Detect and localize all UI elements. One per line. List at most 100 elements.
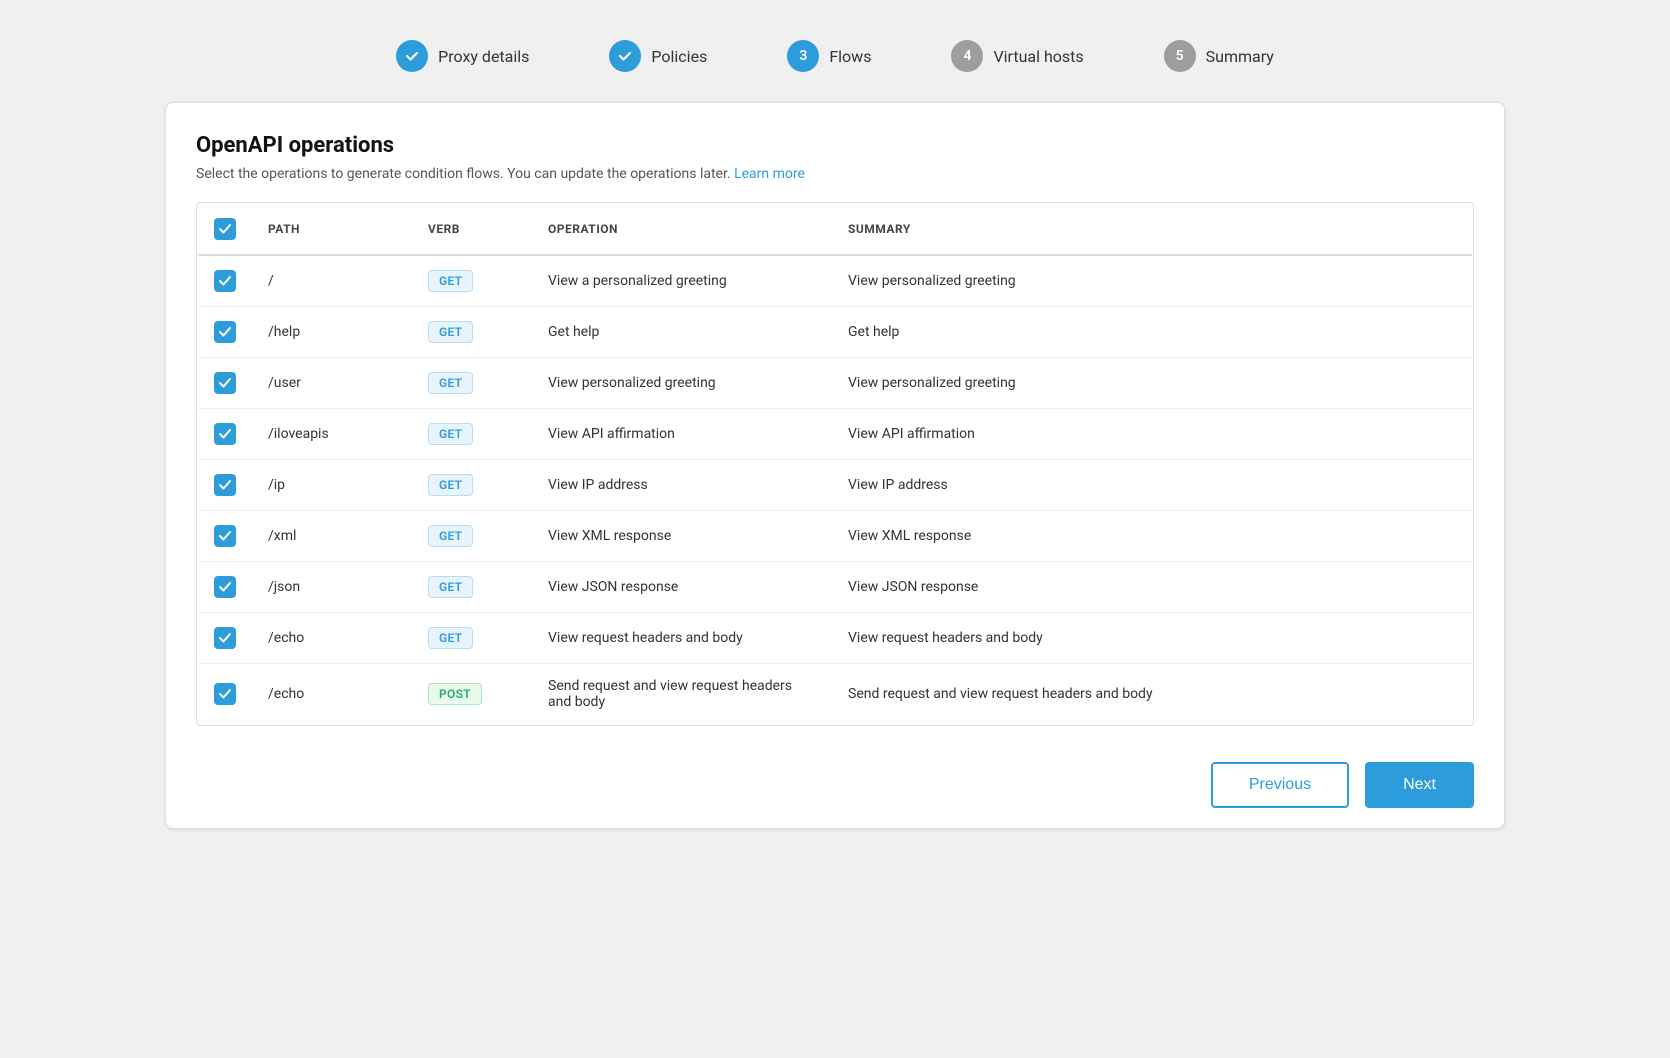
row-summary-3: View API affirmation [832, 409, 1473, 460]
step-label-virtual-hosts: Virtual hosts [993, 47, 1083, 66]
step-circle-flows: 3 [787, 40, 819, 72]
row-verb-1: GET [412, 307, 532, 358]
step-label-proxy-details: Proxy details [438, 47, 529, 66]
verb-badge-6: GET [428, 576, 473, 598]
previous-button[interactable]: Previous [1211, 762, 1349, 808]
row-checkbox-5[interactable] [214, 525, 236, 547]
stepper: Proxy details Policies 3 Flows 4 Virtual… [30, 20, 1640, 102]
next-button[interactable]: Next [1365, 762, 1474, 808]
table-row: /xml GET View XML response View XML resp… [198, 511, 1473, 562]
row-verb-4: GET [412, 460, 532, 511]
card-title: OpenAPI operations [196, 133, 1474, 158]
row-summary-1: Get help [832, 307, 1473, 358]
step-policies[interactable]: Policies [609, 40, 707, 72]
verb-badge-3: GET [428, 423, 473, 445]
row-summary-0: View personalized greeting [832, 255, 1473, 307]
row-operation-0: View a personalized greeting [532, 255, 832, 307]
verb-badge-4: GET [428, 474, 473, 496]
table-row: /ip GET View IP address View IP address [198, 460, 1473, 511]
row-verb-6: GET [412, 562, 532, 613]
th-operation: OPERATION [532, 204, 832, 256]
row-checkbox-1[interactable] [214, 321, 236, 343]
th-select-all[interactable] [198, 204, 253, 256]
step-label-summary: Summary [1206, 47, 1274, 66]
row-checkbox-cell-3[interactable] [198, 409, 253, 460]
th-path: PATH [252, 204, 412, 256]
card-footer: Previous Next [196, 746, 1474, 808]
row-operation-2: View personalized greeting [532, 358, 832, 409]
row-summary-2: View personalized greeting [832, 358, 1473, 409]
row-checkbox-cell-5[interactable] [198, 511, 253, 562]
row-verb-5: GET [412, 511, 532, 562]
verb-badge-5: GET [428, 525, 473, 547]
table-wrapper[interactable]: PATH VERB OPERATION SUMMARY / GET View a… [196, 202, 1474, 726]
row-summary-4: View IP address [832, 460, 1473, 511]
learn-more-link[interactable]: Learn more [734, 166, 805, 182]
table-row: /iloveapis GET View API affirmation View… [198, 409, 1473, 460]
row-checkbox-cell-8[interactable] [198, 664, 253, 725]
row-path-5: /xml [252, 511, 412, 562]
verb-badge-1: GET [428, 321, 473, 343]
row-verb-8: POST [412, 664, 532, 725]
row-operation-7: View request headers and body [532, 613, 832, 664]
row-checkbox-0[interactable] [214, 270, 236, 292]
row-operation-1: Get help [532, 307, 832, 358]
row-path-8: /echo [252, 664, 412, 725]
step-label-flows: Flows [829, 47, 871, 66]
table-row: /echo GET View request headers and body … [198, 613, 1473, 664]
verb-badge-0: GET [428, 270, 473, 292]
step-proxy-details[interactable]: Proxy details [396, 40, 529, 72]
row-checkbox-cell-4[interactable] [198, 460, 253, 511]
row-path-4: /ip [252, 460, 412, 511]
row-checkbox-cell-6[interactable] [198, 562, 253, 613]
select-all-checkbox[interactable] [214, 218, 236, 240]
row-path-0: / [252, 255, 412, 307]
row-verb-3: GET [412, 409, 532, 460]
table-header-row: PATH VERB OPERATION SUMMARY [198, 204, 1473, 256]
step-summary[interactable]: 5 Summary [1164, 40, 1274, 72]
row-operation-6: View JSON response [532, 562, 832, 613]
row-path-6: /json [252, 562, 412, 613]
main-card: OpenAPI operations Select the operations… [165, 102, 1505, 829]
table-row: /echo POST Send request and view request… [198, 664, 1473, 725]
table-row: /help GET Get help Get help [198, 307, 1473, 358]
verb-badge-8: POST [428, 683, 482, 705]
row-path-2: /user [252, 358, 412, 409]
row-verb-2: GET [412, 358, 532, 409]
row-checkbox-6[interactable] [214, 576, 236, 598]
step-label-policies: Policies [651, 47, 707, 66]
row-checkbox-cell-0[interactable] [198, 255, 253, 307]
verb-badge-7: GET [428, 627, 473, 649]
row-checkbox-4[interactable] [214, 474, 236, 496]
step-flows[interactable]: 3 Flows [787, 40, 871, 72]
row-operation-3: View API affirmation [532, 409, 832, 460]
row-checkbox-cell-1[interactable] [198, 307, 253, 358]
row-summary-8: Send request and view request headers an… [832, 664, 1473, 725]
table-row: /user GET View personalized greeting Vie… [198, 358, 1473, 409]
row-summary-5: View XML response [832, 511, 1473, 562]
row-summary-7: View request headers and body [832, 613, 1473, 664]
verb-badge-2: GET [428, 372, 473, 394]
card-subtitle: Select the operations to generate condit… [196, 166, 1474, 182]
th-summary: SUMMARY [832, 204, 1473, 256]
row-checkbox-8[interactable] [214, 683, 236, 705]
row-operation-4: View IP address [532, 460, 832, 511]
row-operation-8: Send request and view request headers an… [532, 664, 832, 725]
step-virtual-hosts[interactable]: 4 Virtual hosts [951, 40, 1083, 72]
row-path-3: /iloveapis [252, 409, 412, 460]
table-row: /json GET View JSON response View JSON r… [198, 562, 1473, 613]
row-verb-0: GET [412, 255, 532, 307]
row-verb-7: GET [412, 613, 532, 664]
row-checkbox-cell-7[interactable] [198, 613, 253, 664]
row-checkbox-cell-2[interactable] [198, 358, 253, 409]
step-circle-policies [609, 40, 641, 72]
row-checkbox-7[interactable] [214, 627, 236, 649]
th-verb: VERB [412, 204, 532, 256]
row-path-1: /help [252, 307, 412, 358]
row-checkbox-3[interactable] [214, 423, 236, 445]
step-circle-proxy-details [396, 40, 428, 72]
row-path-7: /echo [252, 613, 412, 664]
row-checkbox-2[interactable] [214, 372, 236, 394]
step-circle-virtual-hosts: 4 [951, 40, 983, 72]
step-circle-summary: 5 [1164, 40, 1196, 72]
